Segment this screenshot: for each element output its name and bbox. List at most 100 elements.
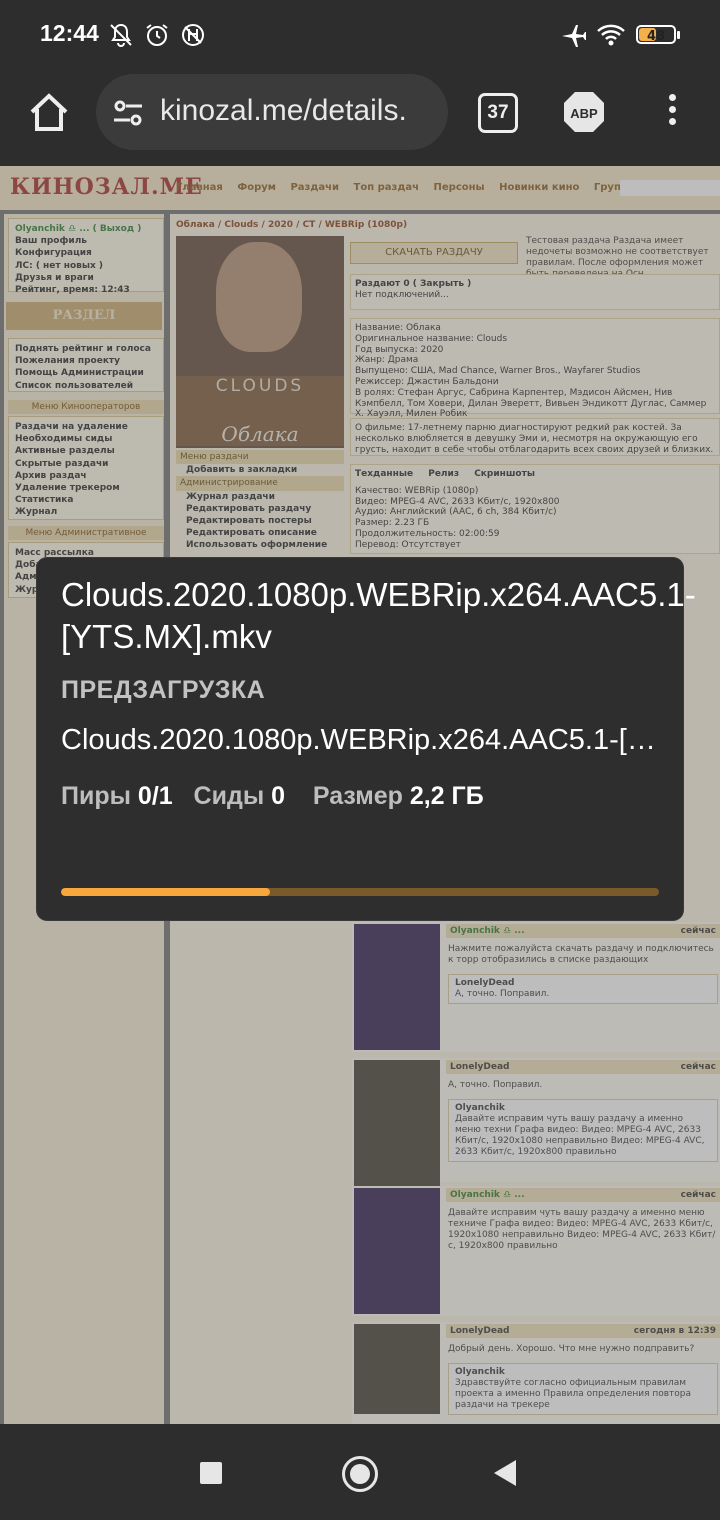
menu-link[interactable]: Редактировать раздачу bbox=[176, 503, 344, 515]
site-logo[interactable]: КИНОЗАЛ.МЕ bbox=[10, 174, 203, 200]
tech-data-box: Техданные Релиз Скриншоты Качество: WEBR… bbox=[350, 464, 720, 554]
poster-subtitle: Облака bbox=[221, 422, 299, 446]
adblock-icon[interactable]: ABP bbox=[562, 90, 606, 134]
nav-link[interactable]: Форум bbox=[237, 182, 276, 193]
comment: LonelyDead сегодня в 12:39 Добрый день. … bbox=[352, 1322, 720, 1424]
no-data-icon bbox=[182, 24, 204, 46]
tab-switcher-button[interactable]: 37 bbox=[478, 93, 518, 133]
url-text[interactable]: kinozal.me/details. bbox=[160, 94, 440, 128]
menu-link[interactable]: Скрытые раздачи bbox=[15, 458, 157, 470]
donors-banner[interactable]: РАЗДЕЛ МЕЦЕНАТОВ bbox=[6, 302, 162, 351]
nav-link[interactable]: Главная bbox=[176, 182, 223, 193]
size-value: 2,2 ГБ bbox=[409, 782, 484, 810]
menu-link[interactable]: Необходимы сиды bbox=[15, 433, 157, 445]
address-bar[interactable]: kinozal.me/details. bbox=[96, 74, 448, 150]
menu-link[interactable]: Архив раздач bbox=[15, 470, 157, 482]
svg-text:ABP: ABP bbox=[570, 106, 598, 121]
comment-body: А, точно. Поправил. Olyanchik Давайте исп… bbox=[448, 1080, 718, 1162]
recents-button[interactable] bbox=[200, 1462, 222, 1484]
comment-header: Olyanchik ♎ ... сейчас bbox=[446, 924, 720, 938]
user-link[interactable]: Ваш профиль bbox=[15, 235, 157, 247]
site-nav: Главная Форум Раздачи Топ раздач Персоны… bbox=[176, 182, 648, 193]
admin-menu-head: Меню Административное bbox=[8, 526, 164, 540]
wifi-icon bbox=[597, 24, 625, 46]
download-button[interactable]: СКАЧАТЬ РАЗДАЧУ bbox=[350, 242, 518, 264]
menu-link[interactable]: Журнал раздачи bbox=[176, 491, 344, 503]
nav-link[interactable]: Новинки кино bbox=[499, 182, 579, 193]
user-link[interactable]: ЛС: ( нет новых ) bbox=[15, 260, 157, 272]
user-link[interactable]: Конфигурация bbox=[15, 247, 157, 259]
tech-line: Размер: 2.23 ГБ bbox=[355, 518, 430, 529]
detail-line: Режиссер: Джастин Бальдони bbox=[355, 376, 499, 387]
user-line[interactable]: Olyanchik ♎ ... ( Выход ) bbox=[15, 223, 157, 235]
menu-link[interactable]: Список пользователей bbox=[15, 380, 157, 392]
site-settings-icon[interactable] bbox=[112, 98, 144, 128]
avatar bbox=[354, 1324, 440, 1414]
poster-title: CLOUDS bbox=[215, 376, 305, 396]
movie-poster: CLOUDS Облака bbox=[176, 236, 344, 448]
torrent-name: Clouds.2020.1080p.WEBRip.x264.AAC5.1-[YT… bbox=[61, 724, 661, 756]
avatar bbox=[354, 924, 440, 1050]
menu-link[interactable]: Пожелания проекту bbox=[15, 355, 157, 367]
menu-link[interactable]: Редактировать постеры bbox=[176, 515, 344, 527]
tech-line: Перевод: Отсутствует bbox=[355, 539, 461, 550]
seeders-box: Раздают 0 ( Закрыть ) Нет подключений... bbox=[350, 274, 720, 310]
site-search-input[interactable] bbox=[620, 180, 720, 196]
movie-details: Название: Облака Оригинальное название: … bbox=[350, 318, 720, 419]
size-label: Размер bbox=[312, 782, 403, 810]
release-menu: Меню раздачи Добавить в закладки Админис… bbox=[176, 450, 344, 552]
breadcrumb[interactable]: Облака / Clouds / 2020 / СТ / WEBRip (10… bbox=[176, 220, 407, 230]
torrent-stats: Пиры 0/1 Сиды 0 Размер 2,2 ГБ bbox=[61, 782, 484, 811]
section-label: ПРЕДЗАГРУЗКА bbox=[61, 676, 266, 704]
operator-box: Раздачи на удаление Необходимы сиды Акти… bbox=[8, 416, 164, 520]
release-menu-head: Меню раздачи bbox=[176, 450, 344, 465]
comment: Olyanchik ♎ ... сейчас Давайте исправим … bbox=[352, 1186, 720, 1316]
back-button[interactable] bbox=[494, 1460, 516, 1486]
battery-indicator: 48 bbox=[636, 25, 680, 44]
user-link[interactable]: Друзья и враги bbox=[15, 272, 157, 284]
avatar bbox=[354, 1060, 440, 1186]
nav-link[interactable]: Топ раздач bbox=[354, 182, 420, 193]
menu-link[interactable]: Добавить в закладки bbox=[176, 464, 344, 476]
home-button[interactable] bbox=[342, 1456, 378, 1492]
detail-line: В ролях: Стефан Аргус, Сабрина Карпентер… bbox=[355, 387, 707, 420]
tab-screenshots[interactable]: Скриншоты bbox=[474, 469, 535, 479]
overflow-menu-icon[interactable] bbox=[664, 94, 680, 134]
comment-header: LonelyDead сегодня в 12:39 bbox=[446, 1324, 720, 1338]
menu-link[interactable]: Статистика bbox=[15, 494, 157, 506]
detail-line: Название: Облака bbox=[355, 323, 441, 333]
tab-release[interactable]: Релиз bbox=[428, 469, 459, 479]
menu-link[interactable]: Раздачи на удаление bbox=[15, 421, 157, 433]
user-link[interactable]: Рейтинг, время: 12:43 bbox=[15, 284, 157, 296]
clock: 12:44 bbox=[40, 20, 99, 46]
nav-link[interactable]: Раздачи bbox=[290, 182, 339, 193]
battery-level: 48 bbox=[646, 29, 666, 44]
tech-line: Видео: MPEG-4 AVC, 2633 Кбит/с, 1920x800 bbox=[355, 496, 560, 507]
detail-line: Жанр: Драма bbox=[355, 355, 419, 366]
site-header: КИНОЗАЛ.МЕ Главная Форум Раздачи Топ раз… bbox=[0, 166, 720, 210]
peers-label: Пиры bbox=[61, 782, 131, 810]
alarm-icon bbox=[146, 24, 168, 46]
comment-header: Olyanchik ♎ ... сейчас bbox=[446, 1188, 720, 1202]
progress-bar bbox=[61, 888, 659, 896]
comment-body: Нажмите пожалуйста скачать раздачу и под… bbox=[448, 944, 718, 1004]
detail-line: Оригинальное название: Clouds bbox=[355, 333, 508, 344]
seeds-value: 0 bbox=[271, 782, 286, 810]
movie-about: О фильме: 17-летнему парню диагностируют… bbox=[350, 418, 720, 456]
menu-link[interactable]: Помощь Администрации bbox=[15, 367, 157, 379]
connections-text: Нет подключений... bbox=[355, 289, 449, 300]
tech-line: Аудио: Английский (AAC, 6 ch, 384 Кбит/с… bbox=[355, 507, 557, 518]
menu-link[interactable]: Журнал bbox=[15, 506, 157, 518]
comment: LonelyDead сейчас А, точно. Поправил. Ol… bbox=[352, 1058, 720, 1186]
nav-link[interactable]: Персоны bbox=[434, 182, 485, 193]
torrent-preload-dialog: Clouds.2020.1080p.WEBRip.x264.AAC5.1-[YT… bbox=[37, 558, 696, 920]
detail-line: Год выпуска: 2020 bbox=[355, 344, 444, 355]
menu-link[interactable]: Активные разделы bbox=[15, 445, 157, 457]
home-icon[interactable] bbox=[26, 90, 72, 136]
menu-link[interactable]: Использовать оформление bbox=[176, 539, 344, 551]
menu-link[interactable]: Редактировать описание bbox=[176, 527, 344, 539]
operator-menu-head: Меню Кинооператоров bbox=[8, 400, 164, 414]
tab-tech[interactable]: Техданные bbox=[355, 469, 413, 479]
menu-link[interactable]: Поднять рейтинг и голоса bbox=[15, 343, 157, 355]
menu-link[interactable]: Удаление трекером bbox=[15, 482, 157, 494]
